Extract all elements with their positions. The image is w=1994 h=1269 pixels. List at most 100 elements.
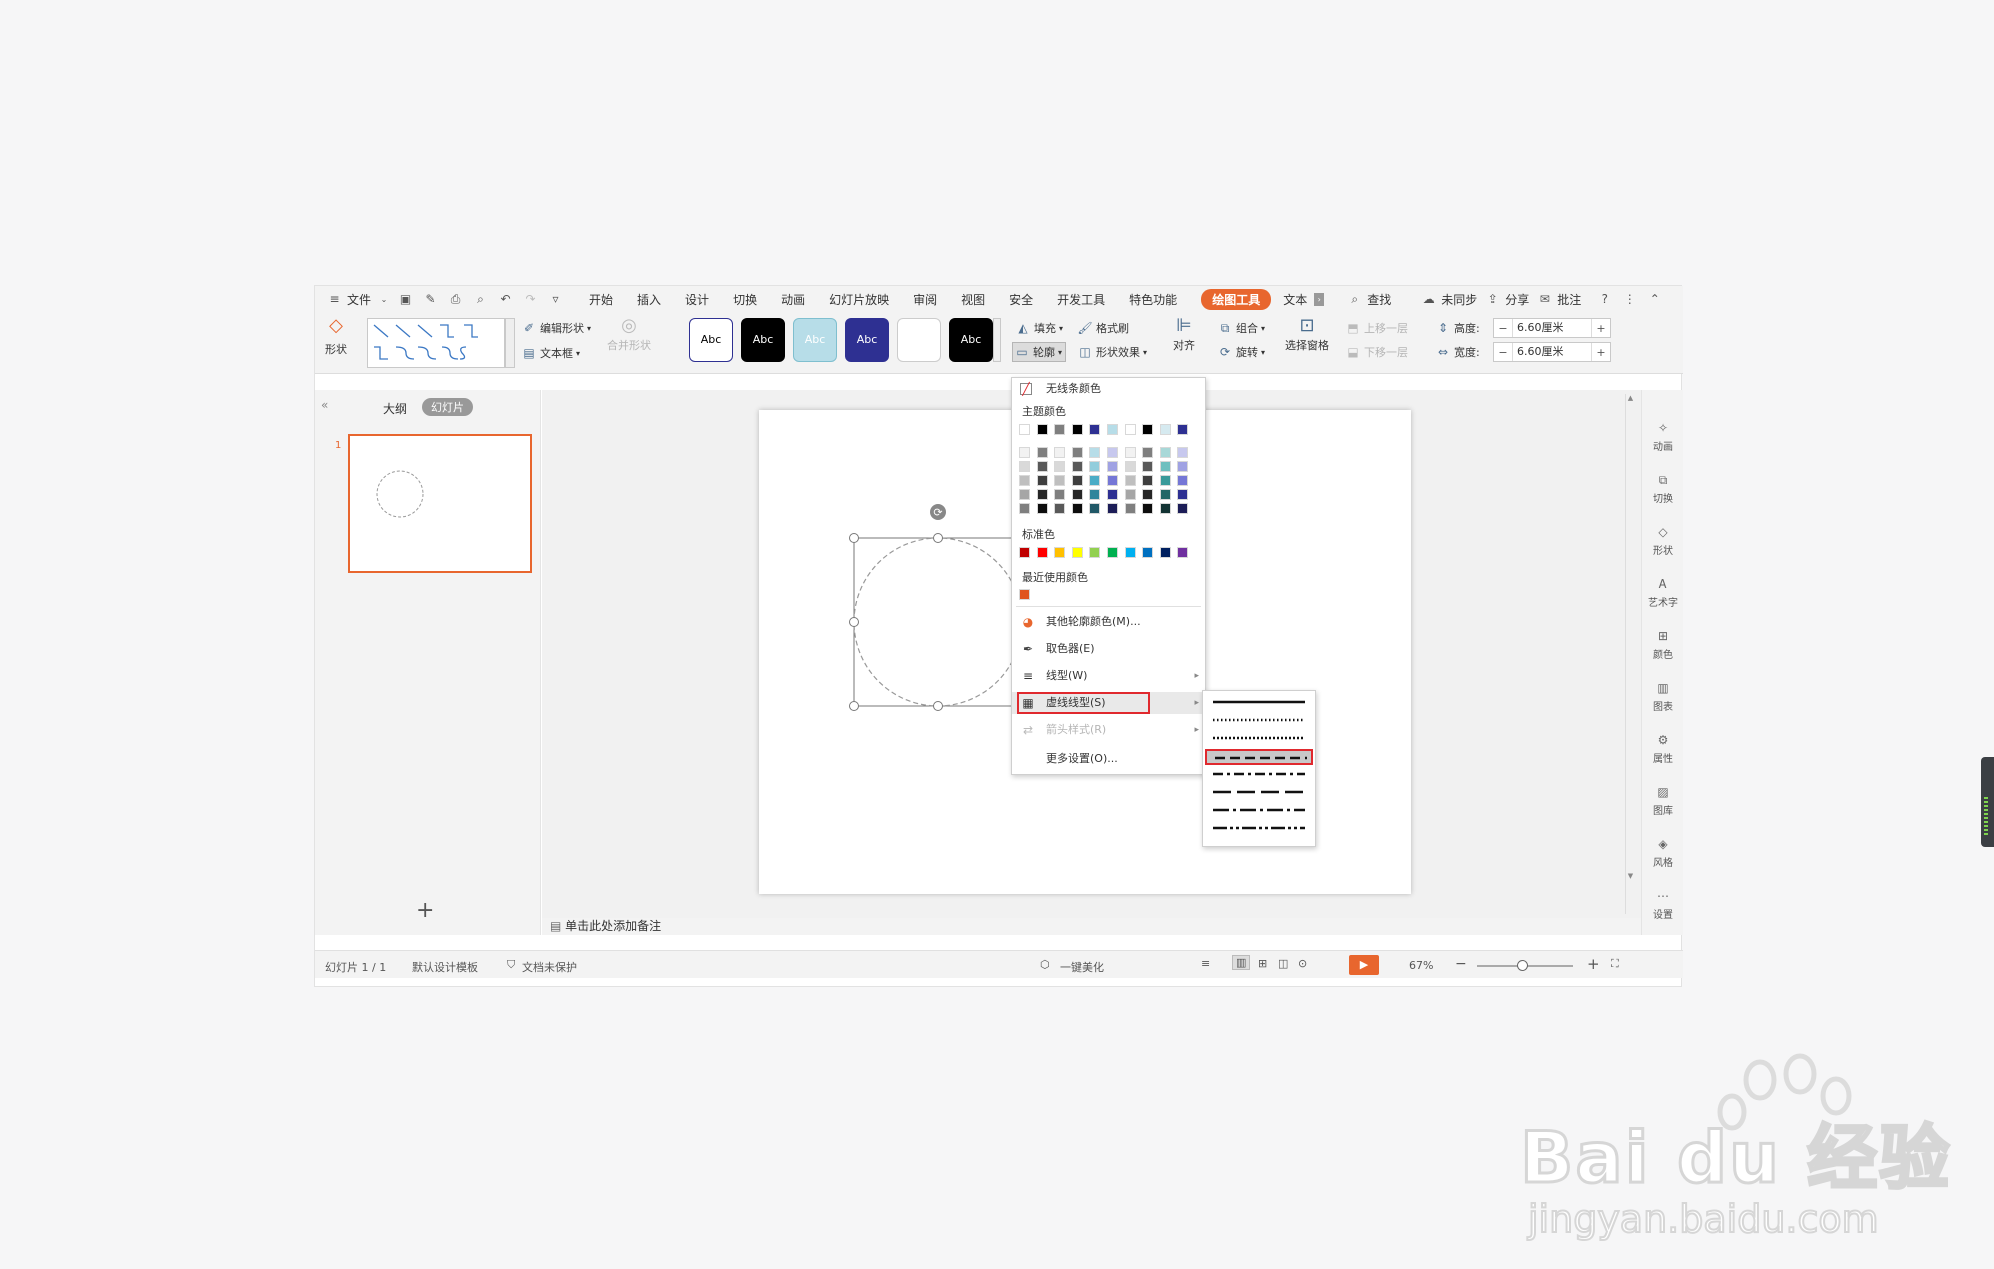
redo-icon[interactable]: ↷ xyxy=(523,292,538,306)
minus-icon[interactable]: − xyxy=(1494,346,1512,359)
theme-color-swatch[interactable] xyxy=(1019,424,1030,435)
style-gallery[interactable]: Abc Abc Abc Abc Abc Abc xyxy=(683,312,1003,370)
more-icon[interactable]: ⋮ xyxy=(1622,292,1637,306)
theme-shade-swatch[interactable] xyxy=(1124,503,1136,514)
theme-shade-swatch[interactable] xyxy=(1142,447,1154,458)
format-painter-button[interactable]: 🖌 格式刷 xyxy=(1077,320,1129,336)
preview-icon[interactable]: ⌕ xyxy=(473,292,488,306)
shape-style-5[interactable]: Abc xyxy=(949,318,993,362)
fill-button[interactable]: ◭ 填充 ▾ xyxy=(1015,320,1063,336)
shape-style-1[interactable]: Abc xyxy=(741,318,785,362)
collapse-ribbon-icon[interactable]: ⌃ xyxy=(1647,292,1662,306)
rightbar-item-7[interactable]: ▨ 图库 xyxy=(1642,784,1684,817)
theme-color-swatch[interactable] xyxy=(1054,424,1066,435)
theme-shade-swatch[interactable] xyxy=(1124,461,1136,472)
format-painter-icon[interactable]: ✎ xyxy=(423,292,438,306)
align-button[interactable]: ⊫ 对齐 xyxy=(1173,317,1195,353)
theme-color-swatch[interactable] xyxy=(1071,424,1083,435)
tab-1[interactable]: 插入 xyxy=(637,291,661,308)
height-value[interactable]: 6.60厘米 xyxy=(1512,319,1592,337)
dash-option-long-dash-dot[interactable] xyxy=(1205,803,1313,819)
theme-shade-swatch[interactable] xyxy=(1177,461,1189,472)
search-button[interactable]: 查找 xyxy=(1367,291,1391,308)
theme-shade-swatch[interactable] xyxy=(1019,461,1030,472)
theme-shade-swatch[interactable] xyxy=(1124,489,1136,500)
help-icon[interactable]: ? xyxy=(1597,292,1612,306)
theme-shade-swatch[interactable] xyxy=(1054,447,1066,458)
merge-shapes-button[interactable]: ◎ 合并形状 xyxy=(607,317,651,353)
rotate-button[interactable]: ⟳ 旋转 ▾ xyxy=(1217,344,1265,360)
comment-icon[interactable]: ✉ xyxy=(1537,292,1552,306)
theme-color-swatch[interactable] xyxy=(1124,424,1136,435)
rightbar-item-3[interactable]: Ꭺ 艺术字 xyxy=(1642,576,1684,609)
rightbar-item-8[interactable]: ◈ 风格 xyxy=(1642,836,1684,869)
customize-icon[interactable]: ▿ xyxy=(548,292,563,306)
tab-text-tools[interactable]: 文本 xyxy=(1283,291,1307,308)
send-backward-button[interactable]: ⬓ 下移一层 xyxy=(1345,344,1408,360)
theme-color-swatch[interactable] xyxy=(1142,424,1154,435)
plus-icon[interactable]: + xyxy=(1592,322,1610,335)
no-line-color-item[interactable]: ╱ 无线条颜色 xyxy=(1012,378,1205,400)
tab-slides[interactable]: 幻灯片 xyxy=(422,398,473,416)
theme-shade-swatch[interactable] xyxy=(1142,489,1154,500)
beautify-button[interactable]: 一键美化 xyxy=(1060,959,1104,975)
theme-shade-swatch[interactable] xyxy=(1107,447,1118,458)
standard-color-swatch[interactable] xyxy=(1036,547,1048,558)
theme-shade-swatch[interactable] xyxy=(1054,461,1066,472)
dash-option-solid[interactable] xyxy=(1205,695,1313,711)
theme-shade-swatch[interactable] xyxy=(1107,475,1118,486)
undo-icon[interactable]: ↶ xyxy=(498,292,513,306)
theme-shade-swatch[interactable] xyxy=(1019,489,1030,500)
theme-shade-swatch[interactable] xyxy=(1071,489,1083,500)
shape-style-0[interactable]: Abc xyxy=(689,318,733,362)
rightbar-item-6[interactable]: ⚙ 属性 xyxy=(1642,732,1684,765)
more-settings-item[interactable]: 更多设置(O)... xyxy=(1012,748,1205,770)
notes-area[interactable]: ▤ 单击此处添加备注 xyxy=(542,918,1641,935)
cloud-icon[interactable]: ☁ xyxy=(1421,292,1436,306)
standard-color-swatch[interactable] xyxy=(1142,547,1154,558)
save-icon[interactable]: ▣ xyxy=(398,292,413,306)
slide-thumbnail[interactable] xyxy=(348,434,532,573)
theme-color-swatch[interactable] xyxy=(1089,424,1101,435)
shape-style-3[interactable]: Abc xyxy=(845,318,889,362)
template-name[interactable]: 默认设计模板 xyxy=(412,959,478,975)
rightbar-item-0[interactable]: ✧ 动画 xyxy=(1642,420,1684,453)
shape-style-2[interactable]: Abc xyxy=(793,318,837,362)
outline-button[interactable]: ▭ 轮廓 ▾ xyxy=(1012,342,1067,362)
dash-option-long-dash-dot-dot[interactable] xyxy=(1205,821,1313,837)
dash-option-dash-dot[interactable] xyxy=(1205,767,1313,783)
hamburger-icon[interactable]: ≡ xyxy=(327,292,342,306)
print-icon[interactable]: ⎙ xyxy=(448,292,463,306)
normal-view-icon[interactable]: ▥ xyxy=(1232,955,1251,970)
theme-shade-swatch[interactable] xyxy=(1054,475,1066,486)
chevron-down-icon[interactable]: ⌄ xyxy=(380,293,388,306)
standard-color-swatch[interactable] xyxy=(1071,547,1083,558)
bring-forward-button[interactable]: ⬒ 上移一层 xyxy=(1345,320,1408,336)
theme-shade-swatch[interactable] xyxy=(1159,475,1171,486)
height-field[interactable]: − 6.60厘米 + xyxy=(1493,318,1611,338)
theme-shade-swatch[interactable] xyxy=(1124,447,1136,458)
line-type-item[interactable]: ≡ 线型(W) ▸ xyxy=(1012,665,1205,687)
dash-type-item[interactable]: ▦ 虚线线型(S) ▸ xyxy=(1012,692,1205,714)
slide-sorter-icon[interactable]: ⊞ xyxy=(1258,957,1267,970)
theme-shade-swatch[interactable] xyxy=(1142,503,1154,514)
tab-3[interactable]: 切换 xyxy=(733,291,757,308)
theme-shade-swatch[interactable] xyxy=(1036,461,1048,472)
tab-6[interactable]: 审阅 xyxy=(913,291,937,308)
dash-option-square-dot[interactable] xyxy=(1205,731,1313,747)
theme-shade-swatch[interactable] xyxy=(1019,503,1030,514)
theme-shade-swatch[interactable] xyxy=(1036,503,1048,514)
eyedropper-item[interactable]: ✒ 取色器(E) xyxy=(1012,638,1205,660)
zoom-in-icon[interactable]: + xyxy=(1587,955,1600,973)
standard-color-swatch[interactable] xyxy=(1177,547,1189,558)
tab-0[interactable]: 开始 xyxy=(589,291,613,308)
share-button[interactable]: 分享 xyxy=(1505,291,1529,308)
theme-shade-swatch[interactable] xyxy=(1071,447,1083,458)
theme-shade-swatch[interactable] xyxy=(1159,489,1171,500)
standard-color-swatch[interactable] xyxy=(1089,547,1101,558)
rightbar-item-1[interactable]: ⧉ 切换 xyxy=(1642,472,1684,505)
zoom-level[interactable]: 67% xyxy=(1409,959,1433,972)
theme-color-swatch[interactable] xyxy=(1159,424,1171,435)
theme-shade-swatch[interactable] xyxy=(1036,475,1048,486)
theme-shade-swatch[interactable] xyxy=(1071,503,1083,514)
